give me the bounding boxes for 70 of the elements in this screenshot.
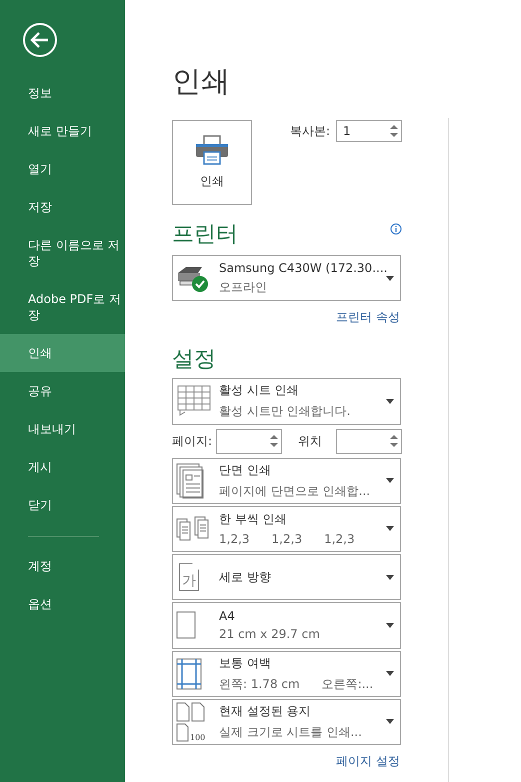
print-button[interactable]: 인쇄 — [172, 120, 252, 205]
paper-icon — [176, 611, 196, 640]
setting-dropdown[interactable]: 단면 인쇄 페이지에 단면으로 인쇄합... — [172, 458, 401, 504]
printer-properties-link[interactable]: 프린터 속성 — [336, 309, 400, 326]
to-label: 위치 — [298, 432, 322, 450]
copies-field[interactable]: 1 — [336, 120, 402, 142]
nav-item[interactable]: 인쇄 — [0, 334, 125, 372]
nav-item[interactable]: 정보 — [0, 74, 125, 112]
section-heading: 프린터 — [172, 221, 238, 249]
setting-detail: 1,2,3 — [219, 532, 250, 546]
printer-status: 오프라인 — [219, 278, 268, 296]
caret-icon — [386, 526, 394, 532]
nav-item[interactable]: Adobe PDF로 저장 — [0, 280, 125, 334]
caret-icon — [386, 671, 394, 676]
page-from-field[interactable] — [216, 428, 282, 454]
printer-icon — [194, 135, 229, 165]
nav-item[interactable]: 게시 — [0, 448, 125, 486]
setting-dropdown[interactable]: 활성 시트 인쇄 활성 시트만 인쇄합니다. — [172, 378, 401, 424]
grid-icon — [176, 384, 212, 418]
setting-dropdown[interactable]: 100 현재 설정된 용지 실제 크기로 시트를 인쇄... — [172, 698, 401, 745]
margins-icon — [176, 658, 202, 690]
setting-detail: 오른쪽:... — [322, 676, 374, 693]
printer-dropdown[interactable]: Samsung C430W (172.30.... 오프라인 — [172, 255, 401, 302]
caret-icon — [386, 574, 394, 580]
page-title: 인쇄 — [172, 63, 231, 100]
setting-detail: 1,2,3 — [272, 532, 302, 546]
nav-item[interactable]: 새로 만들기 — [0, 112, 125, 150]
section-heading: 설정 — [172, 346, 217, 374]
caret-icon — [386, 478, 394, 484]
spinner-icon[interactable] — [390, 124, 398, 138]
caret-icon — [386, 622, 394, 628]
nav-item[interactable]: 저장 — [0, 188, 125, 226]
pages-label: 페이지: — [172, 432, 212, 450]
setting-detail: 페이지에 단면으로 인쇄합... — [219, 482, 372, 500]
portrait-icon: 가 — [179, 563, 199, 592]
page-setup-link[interactable]: 페이지 설정 — [336, 753, 400, 770]
caret-icon — [386, 276, 394, 281]
page-to-field[interactable] — [336, 428, 402, 454]
info-icon[interactable] — [390, 223, 402, 235]
copies-label: 복사본: — [290, 123, 330, 140]
printer-name: Samsung C430W (172.30.... — [219, 260, 386, 275]
spinner-icon[interactable] — [270, 434, 278, 448]
nav-item[interactable]: 다른 이름으로 저장 — [0, 226, 125, 280]
setting-dropdown[interactable]: 보통 여백 왼쪽: 1.78 cm 오른쪽:... — [172, 650, 401, 697]
nav-item[interactable]: 공유 — [0, 372, 125, 410]
setting-title: A4 — [219, 609, 236, 624]
caret-icon — [386, 398, 394, 404]
caret-icon — [386, 719, 394, 724]
nav-item[interactable]: 옵션 — [0, 585, 125, 623]
setting-title: 단면 인쇄 — [219, 462, 272, 479]
setting-title: 활성 시트 인쇄 — [219, 382, 300, 400]
setting-detail: 활성 시트만 인쇄합니다. — [219, 403, 352, 420]
setting-detail: 21 cm x 29.7 cm — [219, 627, 321, 642]
nav-item[interactable]: 닫기 — [0, 486, 125, 524]
nav-item[interactable]: 계정 — [0, 547, 125, 585]
nav-item[interactable]: 열기 — [0, 150, 125, 188]
setting-detail: 왼쪽: 1.78 cm — [219, 676, 300, 693]
setting-dropdown[interactable]: 한 부씩 인쇄 1,2,3 1,2,3 1,2,3 — [172, 506, 401, 552]
setting-title: 보통 여백 — [219, 654, 272, 672]
setting-title: 세로 방향 — [219, 568, 272, 586]
setting-dropdown[interactable]: A4 21 cm x 29.7 cm — [172, 602, 401, 648]
spinner-icon[interactable] — [390, 434, 398, 448]
nav-item[interactable]: 내보내기 — [0, 410, 125, 448]
setting-title: 현재 설정된 용지 — [219, 702, 312, 720]
setting-title: 한 부씩 인쇄 — [219, 511, 288, 528]
back-icon[interactable] — [22, 22, 58, 58]
page-icon — [176, 462, 206, 499]
setting-dropdown[interactable]: 가 세로 방향 — [172, 554, 401, 600]
setting-detail: 1,2,3 — [324, 532, 355, 546]
setting-detail: 실제 크기로 시트를 인쇄... — [219, 724, 363, 741]
